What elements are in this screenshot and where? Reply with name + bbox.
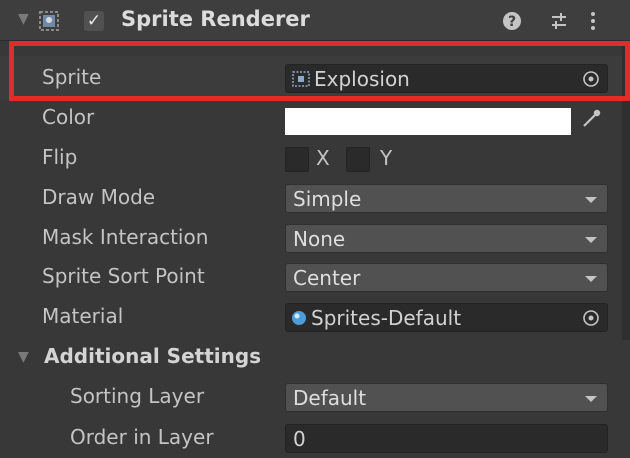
component-title: Sprite Renderer [121, 7, 310, 31]
component-enabled-checkbox[interactable]: ✓ [84, 11, 104, 31]
dropdown-caret-icon [585, 396, 597, 402]
sorting-layer-value: Default [293, 386, 367, 410]
dropdown-caret-icon [585, 197, 597, 203]
flip-x-label: X [316, 146, 330, 170]
draw-mode-label: Draw Mode [42, 185, 156, 209]
material-row: Material Sprites-Default [0, 297, 622, 337]
draw-mode-row: Draw Mode Simple [0, 178, 622, 218]
material-object-field[interactable]: Sprites-Default [285, 303, 608, 332]
sprite-sort-point-dropdown[interactable]: Center [285, 263, 608, 292]
draw-mode-dropdown[interactable]: Simple [285, 184, 608, 213]
object-picker-icon[interactable] [581, 308, 601, 328]
draw-mode-value: Simple [293, 187, 362, 211]
mask-interaction-dropdown[interactable]: None [285, 224, 608, 253]
sprite-object-field[interactable]: Explosion [285, 64, 608, 93]
dropdown-caret-icon [585, 237, 597, 243]
order-in-layer-input[interactable]: 0 [285, 424, 608, 453]
color-property-row: Color [0, 100, 622, 140]
order-in-layer-row: Order in Layer 0 [0, 418, 622, 458]
more-menu-icon[interactable] [582, 10, 604, 32]
mask-interaction-label: Mask Interaction [42, 225, 209, 249]
sprite-asset-icon [292, 71, 310, 87]
foldout-arrow-icon[interactable]: ▼ [18, 349, 29, 365]
additional-settings-label: Additional Settings [44, 344, 262, 368]
material-sphere-icon [292, 311, 306, 325]
flip-x-checkbox[interactable] [285, 147, 309, 172]
presets-icon[interactable] [548, 10, 570, 32]
flip-property-row: Flip X Y [0, 138, 622, 178]
help-icon[interactable]: ? [501, 10, 523, 32]
sprite-label: Sprite [42, 65, 102, 89]
sprite-sort-point-label: Sprite Sort Point [42, 264, 205, 288]
color-label: Color [42, 105, 95, 129]
component-header[interactable]: ▼ ✓ Sprite Renderer ? [0, 0, 630, 41]
sprite-sort-point-value: Center [293, 266, 361, 290]
scrollbar[interactable] [622, 40, 630, 340]
flip-y-label: Y [380, 146, 393, 170]
dropdown-caret-icon [585, 276, 597, 282]
svg-text:?: ? [508, 14, 516, 30]
order-in-layer-label: Order in Layer [70, 425, 214, 449]
foldout-arrow-icon[interactable]: ▼ [18, 11, 29, 27]
sprite-property-row: Sprite Explosion [0, 56, 622, 100]
sorting-layer-row: Sorting Layer Default [0, 377, 622, 417]
mask-interaction-row: Mask Interaction None [0, 218, 622, 258]
sorting-layer-label: Sorting Layer [70, 384, 205, 408]
sprite-value: Explosion [314, 67, 410, 91]
material-value: Sprites-Default [311, 306, 462, 330]
mask-interaction-value: None [293, 227, 346, 251]
sorting-layer-dropdown[interactable]: Default [285, 383, 608, 412]
object-picker-icon[interactable] [581, 69, 601, 89]
flip-y-checkbox[interactable] [346, 147, 370, 172]
sprite-renderer-icon [39, 11, 59, 31]
sprite-sort-point-row: Sprite Sort Point Center [0, 257, 622, 297]
color-swatch[interactable] [285, 108, 571, 135]
material-label: Material [42, 304, 124, 328]
flip-label: Flip [42, 145, 78, 169]
eyedropper-icon[interactable] [578, 106, 604, 132]
additional-settings-foldout[interactable]: ▼ Additional Settings [0, 337, 622, 377]
order-in-layer-value: 0 [293, 427, 306, 451]
